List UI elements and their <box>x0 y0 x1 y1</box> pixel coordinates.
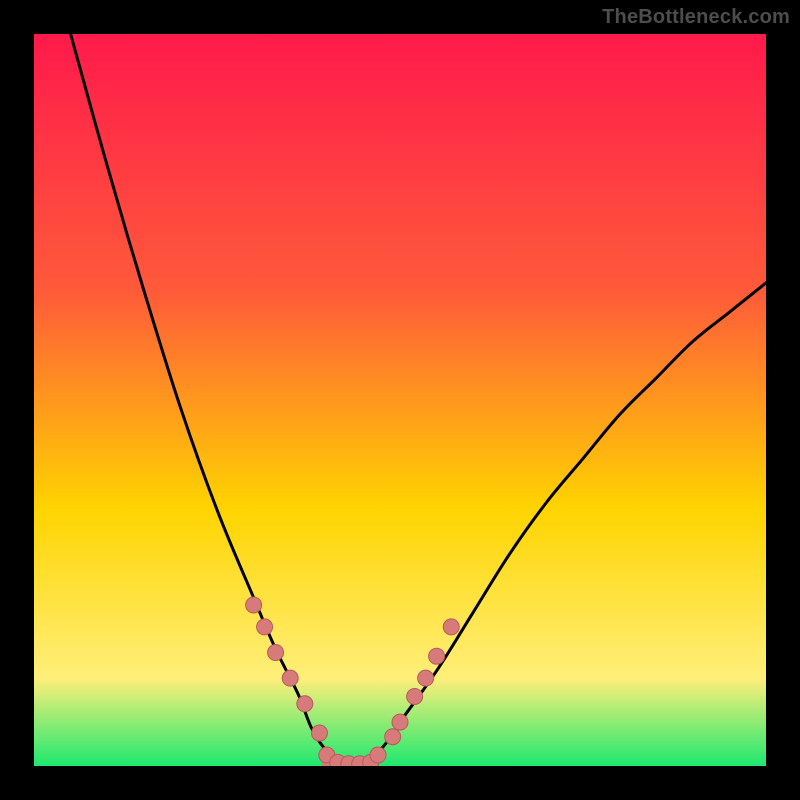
sample-point <box>385 729 401 745</box>
watermark-text: TheBottleneck.com <box>602 6 790 29</box>
sample-point <box>257 619 273 635</box>
sample-point <box>392 714 408 730</box>
sample-point <box>268 645 284 661</box>
sample-point <box>429 648 445 664</box>
sample-point <box>418 670 434 686</box>
chart-frame: TheBottleneck.com <box>0 0 800 800</box>
sample-point <box>297 696 313 712</box>
sample-point <box>282 670 298 686</box>
sample-point <box>443 619 459 635</box>
gradient-background <box>34 34 766 766</box>
plot-svg <box>34 34 766 766</box>
sample-point <box>370 747 386 763</box>
sample-point <box>246 597 262 613</box>
sample-point <box>311 725 327 741</box>
sample-point <box>407 688 423 704</box>
plot-area <box>34 34 766 766</box>
